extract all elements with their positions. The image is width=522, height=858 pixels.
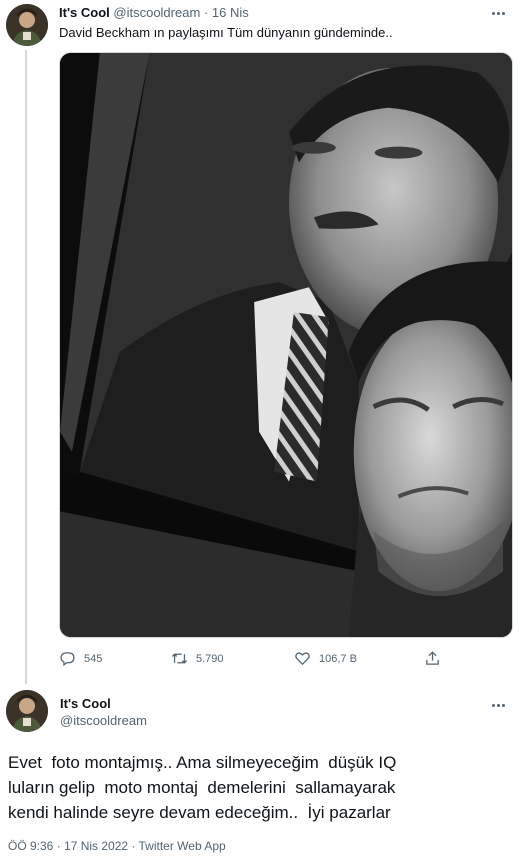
reply-text: Evet foto montajmış.. Ama silmeyeceğim d… [8, 750, 518, 825]
meta-separator: · [203, 5, 209, 20]
reply-author-name[interactable]: It's Cool [60, 696, 111, 712]
reply-text-line: luların gelip moto montaj demelerini sal… [8, 778, 396, 797]
share-icon [426, 651, 439, 665]
tweet-actions-bar: 545 5.790 106,7 B [59, 650, 513, 672]
tweet-date[interactable]: 16 Nis [212, 5, 249, 20]
tweet-text: David Beckham ın paylaşımı Tüm dünyanın … [59, 25, 393, 40]
reply-text-line: Evet foto montajmış.. Ama silmeyeceğim d… [8, 753, 397, 772]
like-count: 106,7 B [319, 652, 357, 665]
reply-count: 545 [84, 652, 103, 665]
tweet-header: It's Cool @itscooldream · 16 Nis [59, 4, 249, 22]
reply-more-options-icon[interactable] [488, 698, 508, 712]
tweet-media-photo[interactable] [59, 52, 513, 638]
retweet-count: 5.790 [196, 652, 224, 665]
share-button[interactable] [424, 650, 441, 667]
photo-portrait-selfie [60, 53, 512, 637]
reply-text-line: kendi halinde seyre devam edeceğim.. İyi… [8, 803, 391, 822]
reply-button[interactable]: 545 [59, 650, 102, 667]
like-button[interactable]: 106,7 B [294, 650, 357, 667]
retweet-icon [171, 653, 188, 664]
more-options-icon[interactable] [488, 6, 508, 20]
author-handle[interactable]: @itscooldream [113, 5, 200, 20]
heart-icon [295, 652, 310, 666]
retweet-button[interactable]: 5.790 [171, 650, 224, 667]
author-avatar[interactable] [6, 4, 48, 46]
reply-author-avatar[interactable] [6, 690, 48, 732]
reply-author-handle[interactable]: @itscooldream [60, 713, 147, 729]
thread-connector-line [25, 50, 27, 684]
reply-icon [60, 652, 75, 667]
reply-timestamp[interactable]: ÖÖ 9:36 · 17 Nis 2022 · Twitter Web App [8, 838, 226, 854]
author-name[interactable]: It's Cool [59, 5, 110, 20]
